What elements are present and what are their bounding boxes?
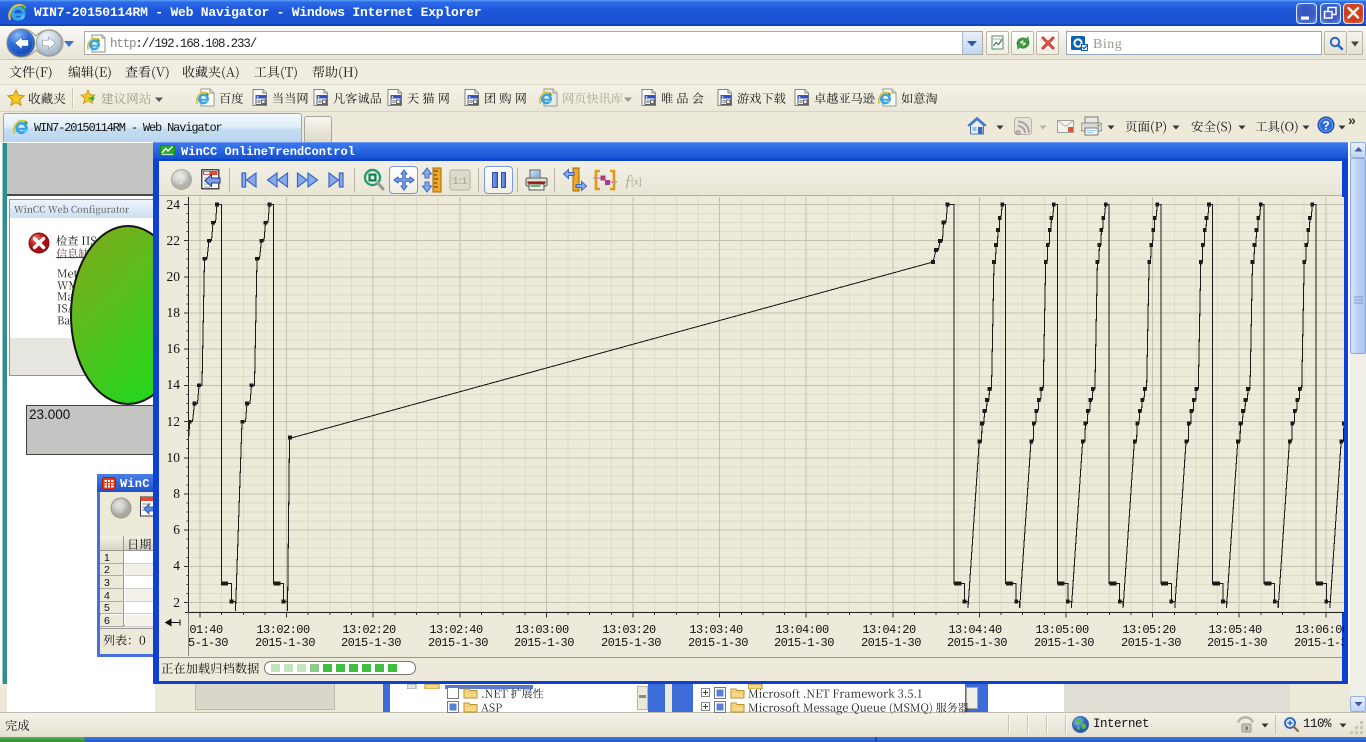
svg-text:?: ?	[178, 173, 185, 187]
svg-text:1:1: 1:1	[453, 176, 468, 187]
svg-text:[x]: [x]	[631, 177, 642, 188]
svg-text:?: ?	[117, 502, 124, 516]
svg-text:?: ?	[1322, 119, 1329, 133]
